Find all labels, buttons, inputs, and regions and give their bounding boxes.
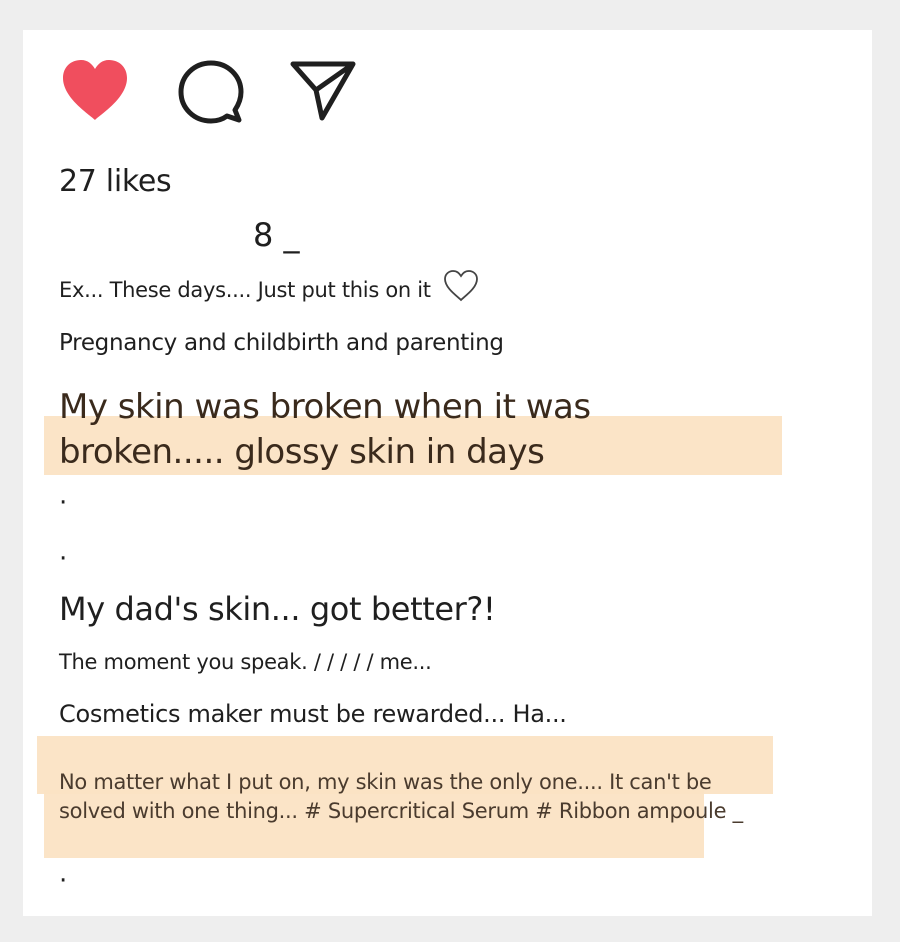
- heart-filled-icon: [63, 60, 127, 120]
- separator-dot: ·: [59, 866, 68, 896]
- caption-paragraph: No matter what I put on, my skin was the…: [59, 770, 743, 823]
- likes-count[interactable]: 27 likes: [59, 164, 172, 199]
- caption-line: Ex... These days.... Just put this on it: [59, 270, 479, 303]
- caption-line: Pregnancy and childbirth and parenting: [59, 330, 504, 356]
- comment-button[interactable]: [175, 58, 247, 124]
- share-button[interactable]: [287, 58, 359, 124]
- username[interactable]: 8 _: [253, 216, 300, 254]
- comment-bubble-icon: [178, 60, 244, 124]
- caption-text: Ex... These days.... Just put this on it: [59, 278, 431, 302]
- heart-outline-icon: [443, 269, 479, 303]
- caption-headline: My skin was broken when it was broken...…: [59, 387, 591, 472]
- post-card: 27 likes 8 _ Ex... These days.... Just p…: [23, 30, 872, 916]
- caption-line: Cosmetics maker must be rewarded... Ha..…: [59, 700, 567, 728]
- caption-subhead: My dad's skin... got better?!: [59, 590, 496, 628]
- separator-dot: ·: [59, 488, 68, 518]
- like-button[interactable]: [59, 58, 131, 124]
- caption-line: The moment you speak. / / / / / me...: [59, 650, 432, 674]
- send-icon: [290, 61, 356, 121]
- separator-dot: ·: [59, 544, 68, 574]
